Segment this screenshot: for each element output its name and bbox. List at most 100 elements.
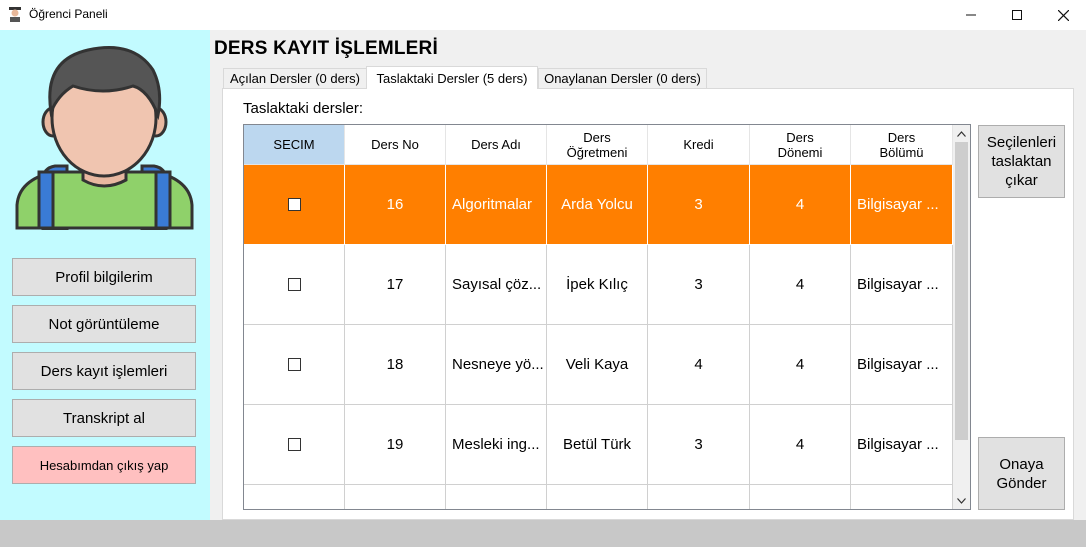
button-label-line3: çıkar — [1005, 172, 1038, 189]
header-label-line1: Ders — [887, 129, 916, 145]
table-cell — [547, 485, 648, 509]
column-header-secim[interactable]: SECIM — [244, 125, 345, 165]
button-label-line1: Seçilenleri — [986, 134, 1057, 151]
row-checkbox[interactable] — [287, 198, 301, 211]
tab-label: Açılan Dersler (0 ders) — [229, 71, 361, 86]
button-label-line2: taslaktan — [991, 153, 1052, 170]
header-label-line2: Öğretmeni — [566, 144, 628, 160]
cell-kredi: 3 — [648, 165, 750, 245]
draft-courses-label: Taslaktaki dersler: — [243, 100, 364, 117]
profile-button-label: Profil bilgilerim — [55, 268, 153, 286]
row-checkbox-cell[interactable] — [244, 165, 345, 245]
cell-ders-no: 16 — [345, 165, 446, 245]
cell-ders-no: 18 — [345, 325, 446, 405]
logout-button[interactable]: Hesabımdan çıkış yap — [12, 446, 196, 484]
minimize-button[interactable] — [948, 0, 994, 30]
column-header-ogretmen[interactable]: Ders Öğretmeni — [547, 125, 648, 165]
cell-kredi: 3 — [648, 405, 750, 485]
window-title: Öğrenci Paneli — [29, 7, 108, 21]
cell-ders-adi: Mesleki ing... — [446, 405, 547, 485]
maximize-icon — [1012, 10, 1022, 20]
close-button[interactable] — [1040, 0, 1086, 30]
column-header-bolum[interactable]: Ders Bölümü — [851, 125, 953, 165]
scroll-up-button[interactable] — [953, 125, 970, 142]
row-checkbox-cell[interactable] — [244, 485, 345, 509]
cell-ogretmen: Veli Kaya — [547, 325, 648, 405]
table-cell — [648, 485, 750, 509]
cell-bolum: Bilgisayar ... — [851, 325, 953, 405]
tab-label: Onaylanan Dersler (0 ders) — [544, 71, 701, 86]
grades-button-label: Not görüntüleme — [48, 315, 160, 333]
maximize-button[interactable] — [994, 0, 1040, 30]
header-label-line1: Ders — [786, 129, 814, 145]
tab-opened-courses[interactable]: Açılan Dersler (0 ders) — [223, 68, 367, 88]
transcript-button[interactable]: Transkript al — [12, 399, 196, 437]
sidebar: Profil bilgilerim Not görüntüleme Ders k… — [0, 30, 210, 520]
cell-bolum: Bilgisayar ... — [851, 405, 953, 485]
row-checkbox[interactable] — [287, 358, 301, 371]
cell-ogretmen: Arda Yolcu — [547, 165, 648, 245]
draft-courses-table[interactable]: SECIM Ders No Ders Adı Ders Öğretmeni Kr… — [243, 124, 971, 510]
row-checkbox-cell[interactable] — [244, 405, 345, 485]
cell-ogretmen: Betül Türk — [547, 405, 648, 485]
column-header-ders-adi[interactable]: Ders Adı — [446, 125, 547, 165]
student-app-icon — [9, 7, 21, 22]
logout-button-label: Hesabımdan çıkış yap — [39, 457, 169, 473]
bottom-bar — [0, 520, 1086, 547]
row-checkbox[interactable] — [287, 438, 301, 451]
cell-donem: 4 — [750, 325, 851, 405]
header-label-line2: Dönemi — [777, 144, 823, 160]
cell-kredi: 3 — [648, 245, 750, 325]
chevron-down-icon — [957, 497, 966, 504]
tab-label: Taslaktaki Dersler (5 ders) — [376, 70, 528, 86]
scrollbar-thumb[interactable] — [955, 142, 968, 440]
course-registration-button[interactable]: Ders kayıt işlemleri — [12, 352, 196, 390]
cell-ders-adi: Nesneye yö... — [446, 325, 547, 405]
submit-for-approval-button[interactable]: Onaya Gönder — [978, 437, 1065, 510]
remove-from-draft-button[interactable]: Seçilenleri taslaktan çıkar — [978, 125, 1065, 198]
header-label: Kredi — [683, 137, 714, 152]
scroll-down-button[interactable] — [953, 492, 970, 509]
avatar-icon — [15, 46, 194, 230]
cell-donem: 4 — [750, 245, 851, 325]
header-label: SECIM — [273, 137, 315, 152]
cell-ders-no: 17 — [345, 245, 446, 325]
tab-approved-courses[interactable]: Onaylanan Dersler (0 ders) — [538, 68, 707, 88]
transcript-button-label: Transkript al — [63, 409, 145, 427]
cell-kredi: 4 — [648, 325, 750, 405]
column-header-donem[interactable]: Ders Dönemi — [750, 125, 851, 165]
row-checkbox-cell[interactable] — [244, 245, 345, 325]
header-label: Ders Adı — [471, 137, 521, 152]
table-cell — [750, 485, 851, 509]
minimize-icon — [966, 14, 976, 16]
profile-button[interactable]: Profil bilgilerim — [12, 258, 196, 296]
button-label-line2: Gönder — [996, 474, 1047, 492]
header-label-line1: Ders — [583, 129, 611, 145]
column-header-kredi[interactable]: Kredi — [648, 125, 750, 165]
cell-bolum: Bilgisayar ... — [851, 245, 953, 325]
cell-ders-no: 19 — [345, 405, 446, 485]
title-bar: Öğrenci Paneli — [0, 0, 1086, 30]
chevron-up-icon — [957, 130, 966, 137]
close-icon — [1057, 9, 1069, 21]
cell-donem: 4 — [750, 165, 851, 245]
course-registration-button-label: Ders kayıt işlemleri — [40, 362, 168, 380]
column-header-ders-no[interactable]: Ders No — [345, 125, 446, 165]
table-cell — [851, 485, 953, 509]
button-label-line1: Onaya — [999, 455, 1044, 473]
row-checkbox-cell[interactable] — [244, 325, 345, 405]
tab-draft-courses[interactable]: Taslaktaki Dersler (5 ders) — [366, 66, 538, 89]
cell-donem: 4 — [750, 405, 851, 485]
vertical-scrollbar[interactable] — [953, 125, 970, 509]
cell-ogretmen: İpek Kılıç — [547, 245, 648, 325]
grades-button[interactable]: Not görüntüleme — [12, 305, 196, 343]
header-label: Ders No — [371, 137, 419, 152]
header-label-line2: Bölümü — [879, 144, 924, 160]
cell-ders-adi: Algoritmalar — [446, 165, 547, 245]
table-cell — [446, 485, 547, 509]
cell-bolum: Bilgisayar ... — [851, 165, 953, 245]
cell-ders-adi: Sayısal çöz... — [446, 245, 547, 325]
table-cell — [345, 485, 446, 509]
row-checkbox[interactable] — [287, 278, 301, 291]
page-title: DERS KAYIT İŞLEMLERİ — [214, 38, 438, 59]
